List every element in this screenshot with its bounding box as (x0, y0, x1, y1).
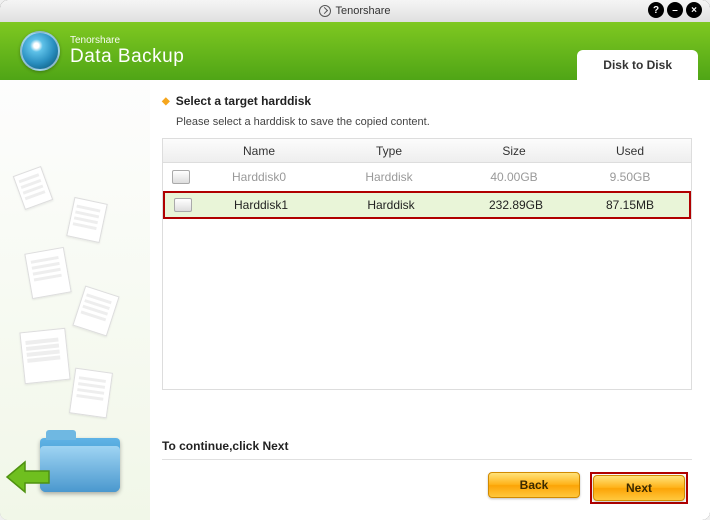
table-row[interactable]: Harddisk1 Harddisk 232.89GB 87.15MB (163, 191, 691, 219)
table-row[interactable]: Harddisk0 Harddisk 40.00GB 9.50GB (163, 163, 691, 191)
bullet-icon: ◆ (162, 96, 170, 107)
header-logo-icon (20, 31, 60, 71)
next-button[interactable]: Next (593, 475, 685, 501)
col-used: Used (569, 144, 691, 158)
brand-name: Tenorshare (70, 35, 184, 46)
harddisk-icon (172, 170, 190, 184)
col-size: Size (459, 144, 569, 158)
next-button-highlight: Next (590, 472, 688, 504)
tab-disk-to-disk[interactable]: Disk to Disk (577, 50, 698, 80)
col-type: Type (319, 144, 459, 158)
harddisk-icon (174, 198, 192, 212)
header: Tenorshare Data Backup Disk to Disk (0, 22, 710, 80)
back-arrow-icon (5, 459, 53, 495)
col-name: Name (199, 144, 319, 158)
app-window: Tenorshare ? – × Tenorshare Data Backup … (0, 0, 710, 520)
footer-hint: To continue,click Next (162, 431, 692, 453)
section-subtitle: Please select a harddisk to save the cop… (176, 116, 692, 128)
app-logo-icon (319, 5, 331, 17)
divider (162, 459, 692, 460)
section-title: ◆ Select a target harddisk (162, 94, 692, 108)
sidebar-illustration (0, 80, 150, 520)
close-button[interactable]: × (686, 2, 702, 18)
minimize-button[interactable]: – (667, 2, 683, 18)
app-name: Data Backup (70, 46, 184, 68)
disk-table: Name Type Size Used Harddisk0 Harddisk 4… (162, 138, 692, 390)
back-button[interactable]: Back (488, 472, 580, 498)
titlebar: Tenorshare ? – × (0, 0, 710, 22)
help-button[interactable]: ? (648, 2, 664, 18)
table-header: Name Type Size Used (163, 139, 691, 163)
titlebar-text: Tenorshare (335, 5, 390, 17)
